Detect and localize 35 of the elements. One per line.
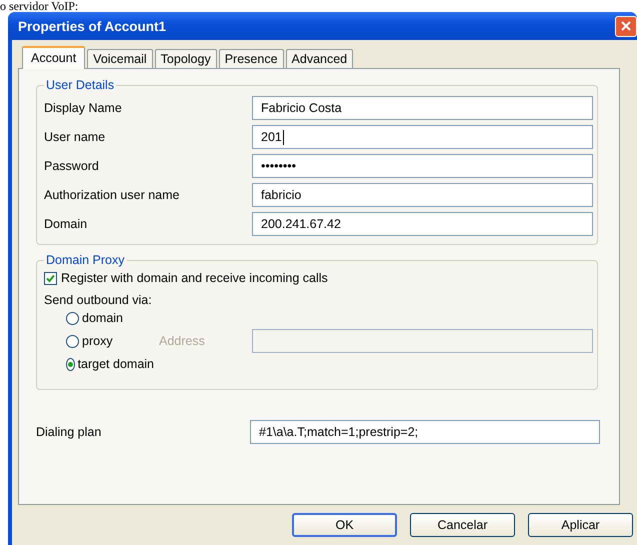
window-title: Properties of Account1: [18, 18, 166, 34]
input-field[interactable]: fabricio: [252, 183, 593, 207]
radio-button[interactable]: [66, 334, 79, 348]
field-label: Password: [44, 159, 100, 173]
input-field[interactable]: Fabricio Costa: [252, 96, 593, 120]
radio-button[interactable]: [66, 358, 75, 370]
checkbox[interactable]: [44, 272, 57, 284]
checkbox-label: Register with domain and receive incoming calls: [61, 271, 328, 285]
input-field[interactable]: #1\a\a.T;match=1;prestrip=2;: [250, 420, 600, 444]
field-label: Display Name: [44, 101, 123, 115]
input-field[interactable]: ••••••••: [252, 154, 593, 178]
input-field[interactable]: 201: [252, 125, 593, 149]
field-label: Domain: [44, 217, 88, 231]
radio-label: domain: [82, 311, 123, 325]
tab[interactable]: Topology: [154, 49, 217, 68]
dialog-button[interactable]: Aplicar: [528, 513, 633, 537]
section-label: Send outbound via:: [44, 293, 153, 307]
field-label: Dialing plan: [36, 425, 102, 439]
tab[interactable]: Voicemail: [87, 49, 153, 68]
field-label: User name: [44, 130, 106, 144]
tab[interactable]: Presence: [218, 49, 284, 68]
radio-button[interactable]: [66, 312, 79, 324]
caption-text: o servidor VoIP:: [0, 0, 78, 12]
field-label: Authorization user name: [44, 188, 180, 202]
dialog-button[interactable]: Cancelar: [410, 513, 515, 537]
tab[interactable]: Advanced: [286, 49, 354, 68]
close-icon[interactable]: [615, 16, 637, 36]
input-field[interactable]: 200.241.67.42: [252, 212, 593, 236]
radio-label: proxy: [82, 334, 113, 348]
radio-label: target domain: [78, 357, 154, 371]
group-title: Domain Proxy: [45, 253, 126, 267]
dialog-button[interactable]: OK: [292, 513, 397, 537]
group-title: User Details: [45, 78, 116, 92]
tab[interactable]: Account: [22, 46, 86, 69]
field-label: Address: [158, 334, 206, 348]
